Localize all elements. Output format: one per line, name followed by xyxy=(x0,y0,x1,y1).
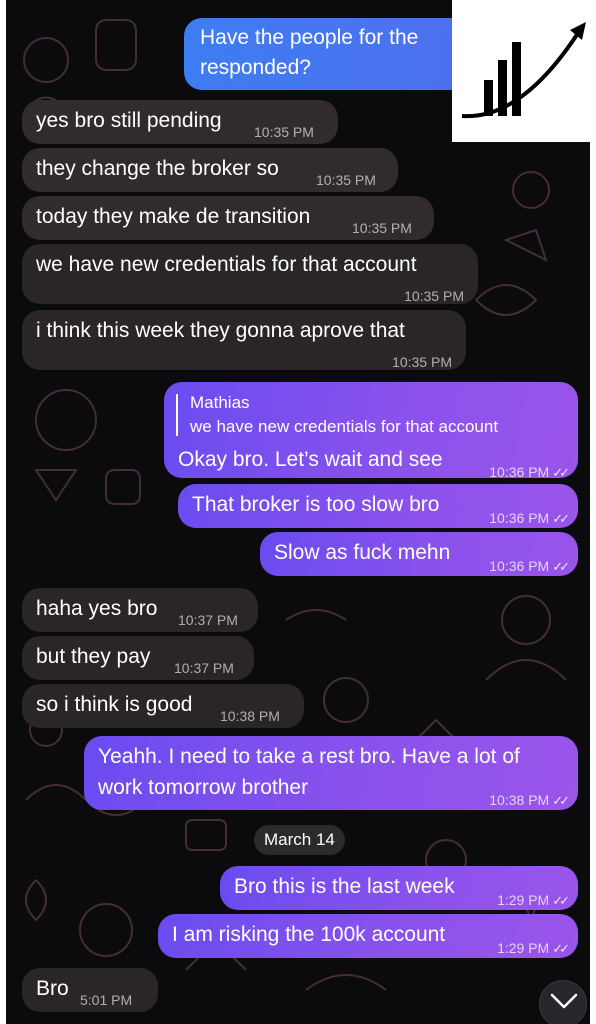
message-time: 1:29 PM ✓✓ xyxy=(497,940,570,956)
message-bubble-outgoing[interactable]: Have the people for the responded? xyxy=(184,18,484,90)
message-time: 10:35 PM xyxy=(352,220,412,236)
message-text: Slow as fuck mehn xyxy=(274,541,451,564)
message-bubble-incoming[interactable]: they change the broker so 10:35 PM xyxy=(22,148,398,192)
message-time: 10:35 PM xyxy=(316,172,376,188)
message-time: 10:38 PM xyxy=(220,708,280,724)
growth-chart-logo xyxy=(452,0,596,142)
double-check-icon: ✓✓ xyxy=(552,559,570,574)
date-separator: March 14 xyxy=(254,825,345,855)
message-text: I am risking the 100k account xyxy=(172,923,446,946)
message-bubble-outgoing[interactable]: Yeahh. I need to take a rest bro. Have a… xyxy=(84,736,578,810)
message-time: 10:35 PM xyxy=(404,288,464,304)
message-bubble-outgoing[interactable]: I am risking the 100k account 1:29 PM ✓✓ xyxy=(158,914,578,958)
reply-quote-text: we have new credentials for that account xyxy=(190,417,499,436)
message-text: but they pay xyxy=(36,645,151,668)
message-text: responded? xyxy=(200,56,311,79)
message-bubble-incoming[interactable]: i think this week they gonna aprove that… xyxy=(22,310,466,370)
message-bubble-incoming[interactable]: today they make de transition 10:35 PM xyxy=(22,196,434,240)
message-bubble-incoming[interactable]: but they pay 10:37 PM xyxy=(22,636,254,680)
message-bubble-incoming[interactable]: we have new credentials for that account… xyxy=(22,244,478,304)
message-bubble-outgoing[interactable]: Bro this is the last week 1:29 PM ✓✓ xyxy=(220,866,578,910)
message-time: 10:35 PM xyxy=(254,124,314,140)
message-bubble-outgoing[interactable]: Mathias we have new credentials for that… xyxy=(164,382,578,480)
message-text: Yeahh. I need to take a rest bro. Have a… xyxy=(98,745,520,768)
message-text: Have the people for the xyxy=(200,26,419,49)
message-bubble-incoming[interactable]: Bro 5:01 PM xyxy=(22,968,158,1012)
double-check-icon: ✓✓ xyxy=(552,511,570,526)
double-check-icon: ✓✓ xyxy=(552,893,570,908)
message-bubble-incoming[interactable]: haha yes bro 10:37 PM xyxy=(22,588,258,632)
message-text: today they make de transition xyxy=(36,205,311,228)
message-text: yes bro still pending xyxy=(36,109,222,132)
message-text: Bro this is the last week xyxy=(234,875,455,898)
message-bubble-incoming[interactable]: so i think is good 10:38 PM xyxy=(22,684,304,728)
message-text: Bro xyxy=(36,977,69,1000)
message-bubble-incoming[interactable]: yes bro still pending 10:35 PM xyxy=(22,100,338,144)
message-time: 10:35 PM xyxy=(392,354,452,370)
message-text: haha yes bro xyxy=(36,597,158,620)
reply-quote-bar xyxy=(176,394,178,436)
reply-author: Mathias xyxy=(190,393,250,412)
message-time: 10:36 PM ✓✓ xyxy=(489,464,570,480)
message-time: 10:36 PM ✓✓ xyxy=(489,510,570,526)
message-text: work tomorrow brother xyxy=(98,776,309,799)
message-time: 10:37 PM xyxy=(178,612,238,628)
chevron-down-icon xyxy=(550,993,578,1009)
scroll-down-button[interactable] xyxy=(539,980,587,1024)
message-time: 10:36 PM ✓✓ xyxy=(489,558,570,574)
double-check-icon: ✓✓ xyxy=(552,941,570,956)
double-check-icon: ✓✓ xyxy=(552,465,570,480)
message-time: 1:29 PM ✓✓ xyxy=(497,892,570,908)
message-time: 10:37 PM xyxy=(174,660,234,676)
message-text: they change the broker so xyxy=(36,157,279,180)
chat-area[interactable]: Have the people for the responded? yes b… xyxy=(6,0,590,1024)
message-bubble-outgoing[interactable]: That broker is too slow bro 10:36 PM ✓✓ xyxy=(178,484,578,528)
message-text: so i think is good xyxy=(36,693,193,716)
message-time: 5:01 PM xyxy=(80,992,133,1008)
double-check-icon: ✓✓ xyxy=(552,793,570,808)
message-time: 10:38 PM ✓✓ xyxy=(489,792,570,808)
message-text: That broker is too slow bro xyxy=(192,493,440,516)
message-text: we have new credentials for that account xyxy=(36,253,417,276)
message-text: i think this week they gonna aprove that xyxy=(36,319,405,342)
message-bubble-outgoing[interactable]: Slow as fuck mehn 10:36 PM ✓✓ xyxy=(260,532,578,576)
message-text: Okay bro. Let’s wait and see xyxy=(178,448,443,471)
